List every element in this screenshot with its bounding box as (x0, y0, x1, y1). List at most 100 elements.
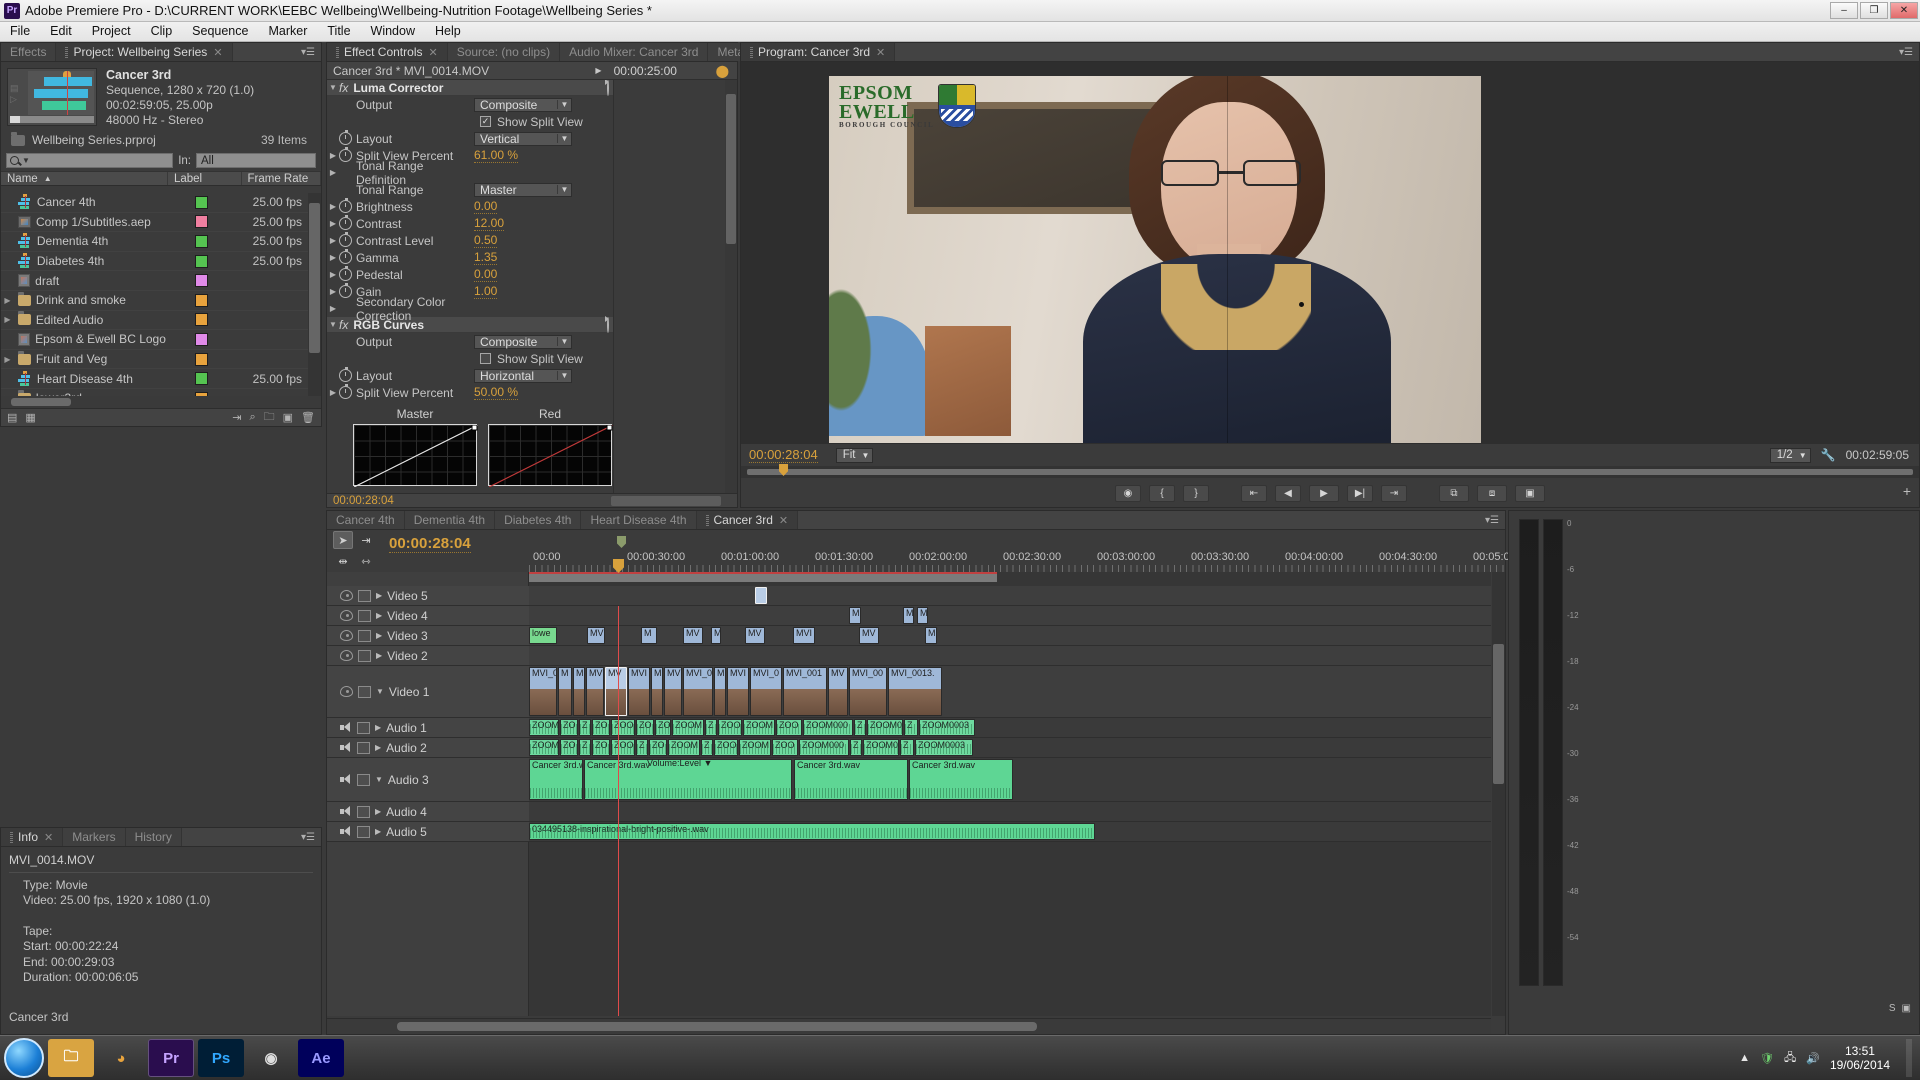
panel-menu-icon[interactable]: ▾☰ (295, 828, 321, 846)
timeline-clip[interactable]: ZOOM0003 (919, 719, 975, 736)
eye-icon[interactable] (340, 650, 353, 661)
new-item-icon[interactable]: ▣ (283, 411, 293, 424)
timeline-clip[interactable]: ZO (655, 719, 671, 736)
stopwatch-icon[interactable] (339, 283, 352, 298)
filter-select[interactable]: All (196, 153, 316, 168)
effect-param-row[interactable]: Layout Horizontal ▼ (327, 367, 613, 384)
zoom-level-select[interactable]: Fit ▼ (835, 447, 874, 463)
timeline-clip[interactable]: 034495138-inspirational-bright-positive-… (529, 823, 1095, 840)
timeline-clip[interactable]: ZOOM (672, 719, 704, 736)
go-to-in-button[interactable]: ⇤ (1241, 484, 1267, 502)
menu-file[interactable]: File (0, 22, 40, 41)
step-forward-button[interactable]: ▶| (1347, 484, 1373, 502)
effect-param-row[interactable]: Output Composite ▼ (327, 96, 613, 113)
panel-menu-icon[interactable]: ▾☰ (295, 43, 321, 61)
timeline-clip[interactable]: ZO (592, 719, 610, 736)
timeline-clip[interactable]: M (651, 667, 663, 716)
param-value[interactable]: 0.50 (474, 233, 498, 248)
timeline-clip[interactable]: ZOOM (529, 719, 559, 736)
disclosure-open-icon[interactable]: ▼ (376, 687, 384, 696)
timeline-clip[interactable]: ZOOM (743, 719, 775, 736)
track-header-audio-3[interactable]: ▼ Audio 3 (327, 758, 529, 802)
tab-diabetes-4th[interactable]: Diabetes 4th (495, 511, 582, 529)
timeline-clip[interactable]: Z (636, 739, 648, 756)
tab-project-wellbeing-series[interactable]: Project: Wellbeing Series ✕ (56, 43, 233, 61)
param-select[interactable]: Master ▼ (474, 182, 572, 197)
tab-info[interactable]: Info ✕ (1, 828, 64, 846)
menu-help[interactable]: Help (425, 22, 471, 41)
stopwatch-icon[interactable] (339, 249, 352, 264)
track-header-audio-2[interactable]: ▶ Audio 2 (327, 738, 529, 758)
param-value[interactable]: 0.00 (474, 267, 498, 282)
timeline-clip[interactable]: M (711, 627, 721, 644)
disclosure-open-icon[interactable]: ▼ (327, 83, 339, 92)
solo-icon[interactable]: S (1889, 1003, 1896, 1014)
lock-icon[interactable] (357, 805, 370, 818)
track-header-audio-4[interactable]: ▶ Audio 4 (327, 802, 529, 822)
project-vertical-scrollbar[interactable] (308, 193, 321, 396)
timeline-clip[interactable]: MV (587, 627, 605, 644)
bin-item-row[interactable]: ▶ Drink and smoke (1, 291, 308, 311)
automate-to-sequence-icon[interactable]: ⇥ (232, 411, 241, 424)
timeline-clip[interactable] (755, 587, 767, 604)
disclosure-closed-icon[interactable]: ▶ (376, 651, 382, 660)
timeline-clip[interactable]: Z (705, 719, 717, 736)
mute-icon[interactable]: ▣ (1902, 1003, 1911, 1014)
timeline-clip[interactable]: MVI_0013. (888, 667, 942, 716)
eye-icon[interactable] (340, 610, 353, 621)
lock-icon[interactable] (358, 685, 371, 698)
track-content-area[interactable]: M M Mlowe MV M MV M MV MVI MV M MVI_0 M M MV MV MVI M MV MV… (529, 572, 1491, 1016)
disclosure-closed-icon[interactable]: ▶ (1, 296, 14, 305)
icon-view-icon[interactable]: ▦ (25, 411, 35, 424)
param-value[interactable]: 1.35 (474, 250, 498, 265)
param-select[interactable]: Composite ▼ (474, 97, 572, 112)
column-label[interactable]: Label (168, 172, 242, 185)
timeline-clip[interactable]: ZOO (611, 739, 635, 756)
sequence-marker-icon[interactable] (617, 536, 626, 548)
bin-item-row[interactable]: ▶ Edited Audio (1, 311, 308, 331)
lock-icon[interactable] (357, 721, 370, 734)
explorer-icon[interactable]: 🗀 (48, 1039, 94, 1077)
timeline-clip[interactable]: Z (579, 719, 591, 736)
disclosure-closed-icon[interactable]: ▶ (375, 807, 381, 816)
chevron-down-icon[interactable]: ▼ (557, 337, 571, 346)
tab-grip-icon[interactable] (750, 46, 753, 58)
timeline-clip[interactable]: Z (854, 719, 866, 736)
timeline-vertical-scrollbar[interactable] (1492, 572, 1505, 1016)
disclosure-closed-icon[interactable]: ▶ (1, 315, 14, 324)
disclosure-closed-icon[interactable]: ▶ (376, 591, 382, 600)
speaker-icon[interactable] (340, 806, 352, 817)
disclosure-closed-icon[interactable]: ▶ (375, 723, 381, 732)
disclosure-closed-icon[interactable]: ▶ (327, 219, 339, 228)
track-header-video-5[interactable]: ▶ Video 5 (327, 586, 529, 606)
disclosure-closed-icon[interactable]: ▶ (327, 236, 339, 245)
tab-effects[interactable]: Effects (1, 43, 57, 61)
label-color-cell[interactable] (168, 254, 236, 268)
track-header-video-2[interactable]: ▶ Video 2 (327, 646, 529, 666)
playback-resolution-select[interactable]: 1/2 ▼ (1769, 447, 1811, 463)
step-back-button[interactable]: ◀ (1275, 484, 1301, 502)
checkbox[interactable] (480, 353, 491, 364)
tab-dementia-4th[interactable]: Dementia 4th (404, 511, 496, 529)
label-color-cell[interactable] (167, 313, 235, 327)
eye-icon[interactable] (340, 630, 353, 641)
bin-item-row[interactable]: ▶lower3rd (1, 389, 308, 396)
premiere-taskbar-icon[interactable]: Pr (148, 1039, 194, 1077)
eye-icon[interactable] (340, 590, 353, 601)
add-marker-button[interactable]: ◉ (1115, 484, 1141, 502)
bin-item-row[interactable]: draft (1, 271, 308, 291)
timeline-ruler[interactable]: 00:00 00:00:30:00 00:01:00:00 00:01:30:00 00… (529, 530, 1516, 572)
track-header-video-4[interactable]: ▶ Video 4 (327, 606, 529, 626)
track-lane-audio-3[interactable]: Cancer 3rd.wav Cancer 3rd.wav Cancer 3rd.w… (529, 758, 1491, 802)
track-lane-audio-1[interactable]: ZOOMZOZZOZOOZOZOZOOMZZOOZOOMZOOZOOM000ZZ… (529, 718, 1491, 738)
start-button[interactable] (4, 1038, 44, 1078)
timeline-clip[interactable]: MV (605, 667, 627, 716)
effect-param-row[interactable]: ▶ Contrast Level 0.50 (327, 232, 613, 249)
tray-expand-icon[interactable]: ▲ (1739, 1052, 1750, 1064)
label-color-cell[interactable] (168, 372, 236, 386)
timeline-clip[interactable]: M (641, 627, 657, 644)
effect-param-row[interactable]: ▶ Tonal Range Definition (327, 159, 613, 187)
timeline-clip[interactable]: M (558, 667, 572, 716)
program-scrubber[interactable] (741, 464, 1919, 478)
track-lane-video-3[interactable]: lowe MV M MV M MV MVI MV M (529, 626, 1491, 646)
